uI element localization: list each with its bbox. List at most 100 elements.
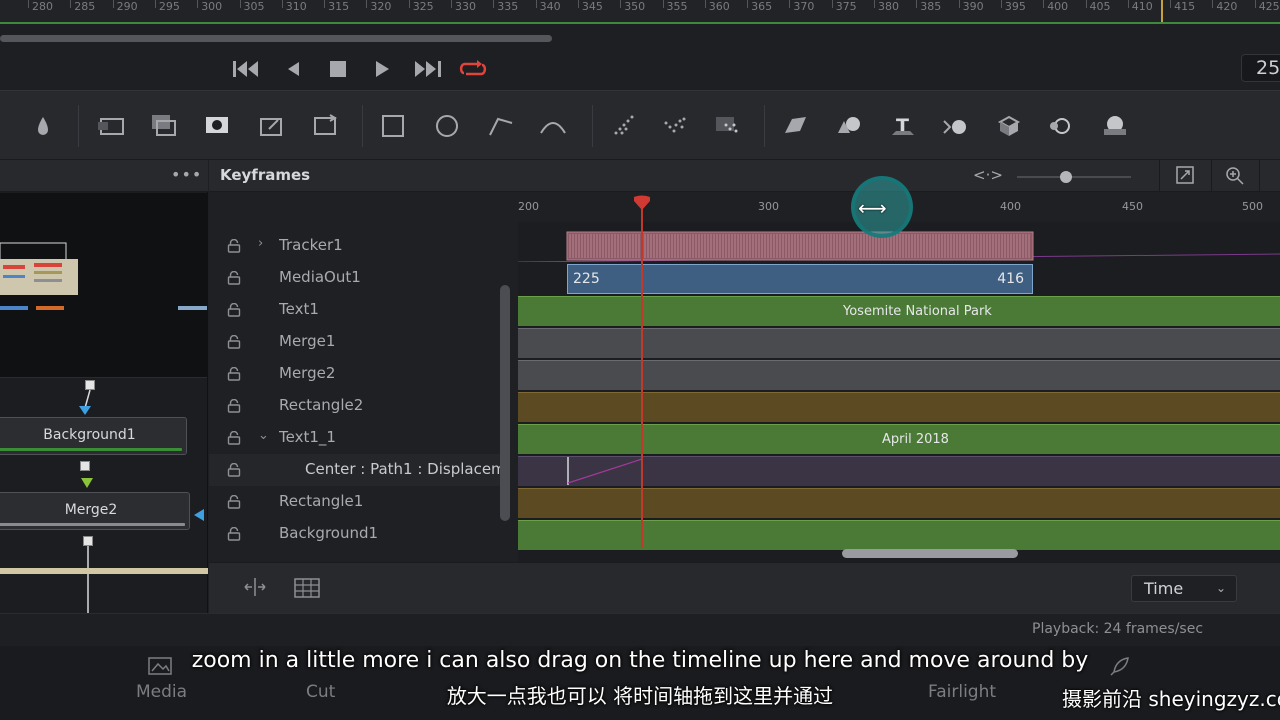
keyframe-ruler-tick-label: 200 (518, 200, 539, 213)
lane-merge2[interactable] (518, 360, 1280, 390)
lane-merge1[interactable] (518, 328, 1280, 358)
chevron-right-icon[interactable]: › (258, 236, 263, 251)
shape-3d-icon[interactable] (832, 109, 866, 143)
lane-text1[interactable]: Yosemite National Park (518, 296, 1280, 326)
top-scrollbar-thumb[interactable] (0, 35, 552, 42)
image-plane-3d-icon[interactable] (778, 109, 812, 143)
zoom-slider-track[interactable] (1017, 176, 1131, 178)
node-navigator-preview[interactable] (0, 193, 207, 378)
lane-rectangle1[interactable] (518, 488, 1280, 518)
lock-icon[interactable] (227, 239, 241, 253)
camera-3d-icon[interactable] (992, 109, 1026, 143)
lock-icon[interactable] (227, 431, 241, 445)
keyframe-timeline[interactable]: 200 300 400 450 500 225 416 Yosemite Nationa… (518, 192, 1280, 562)
play-icon[interactable] (372, 56, 392, 82)
track-row[interactable]: Text1 (209, 294, 505, 326)
rectangle-mask-icon[interactable] (376, 109, 410, 143)
node-connector[interactable] (83, 536, 93, 546)
top-ruler-tick (28, 0, 29, 8)
lane-rectangle2[interactable] (518, 392, 1280, 422)
particle-merge-icon[interactable] (710, 109, 744, 143)
top-ruler-tick-label: 340 (539, 0, 561, 13)
lock-icon[interactable] (227, 367, 241, 381)
particle-render-icon[interactable] (658, 109, 692, 143)
top-ruler-tick-label: 280 (32, 0, 53, 13)
track-row[interactable]: MediaOut1 (209, 262, 505, 294)
lock-icon[interactable] (227, 463, 241, 477)
go-to-end-icon[interactable] (413, 56, 443, 82)
top-ruler[interactable]: 280 285 290 295 300 305 310 315 320 325 330 335 340 3… (0, 0, 1280, 24)
time-mode-dropdown[interactable]: Time ⌄ (1131, 575, 1237, 602)
top-ruler-tick (281, 0, 283, 8)
fit-horizontal-icon[interactable]: <·> (973, 166, 1003, 184)
mask-tool-icon[interactable] (200, 109, 234, 143)
top-ruler-tick (154, 0, 156, 8)
ellipse-mask-icon[interactable] (430, 109, 464, 143)
track-row[interactable]: › Tracker1 (209, 230, 505, 262)
lock-icon[interactable] (227, 335, 241, 349)
track-row[interactable]: Center : Path1 : Displacement (209, 454, 505, 486)
particle-emitter-icon[interactable] (606, 109, 640, 143)
track-row[interactable]: Rectangle2 (209, 390, 505, 422)
zoom-slider-handle[interactable] (1060, 171, 1072, 183)
lock-icon[interactable] (227, 527, 241, 541)
keyframe-track-list[interactable]: › Tracker1 MediaOut1 Text1 Merge1 Merge2 Recta… (209, 192, 518, 562)
top-ruler-tick (958, 0, 960, 8)
playhead-line[interactable] (641, 206, 643, 548)
lock-icon[interactable] (227, 495, 241, 509)
track-row[interactable]: Rectangle1 (209, 486, 505, 518)
current-frame-field[interactable]: 25 (1241, 54, 1280, 82)
lock-icon[interactable] (227, 271, 241, 285)
step-back-icon[interactable] (283, 56, 303, 82)
mediaout-clip[interactable]: 225 416 (567, 264, 1033, 294)
top-ruler-playhead[interactable] (1161, 0, 1163, 22)
top-ruler-tick (239, 0, 241, 8)
paint-drop-icon[interactable] (26, 109, 60, 143)
node-editor-panel[interactable]: ••• Background1 Merge2 (0, 160, 208, 613)
lock-icon[interactable] (227, 303, 241, 317)
top-ruler-tick (70, 0, 72, 8)
go-to-start-icon[interactable] (231, 56, 261, 82)
bspline-mask-icon[interactable] (536, 109, 570, 143)
track-list-scrollbar[interactable] (500, 285, 510, 521)
lane-mediaout1[interactable]: 225 416 (518, 264, 1280, 294)
transform-tool-icon[interactable] (308, 109, 342, 143)
lane-tracker1[interactable] (518, 230, 1280, 262)
chevron-down-icon[interactable]: ⌄ (258, 428, 269, 443)
keyframes-title: Keyframes (220, 166, 311, 184)
fit-timeline-icon[interactable] (241, 577, 269, 601)
fit-to-window-icon[interactable] (1176, 166, 1194, 188)
track-row[interactable]: Merge2 (209, 358, 505, 390)
top-ruler-tick (535, 0, 537, 8)
lane-background1[interactable] (518, 520, 1280, 550)
lock-icon[interactable] (227, 399, 241, 413)
merge-3d-icon[interactable] (938, 109, 972, 143)
panel-menu-icon[interactable]: ••• (171, 165, 202, 184)
node-background1[interactable]: Background1 (0, 417, 187, 455)
track-row[interactable]: Merge1 (209, 326, 505, 358)
playhead-handle-icon[interactable] (632, 195, 652, 211)
top-ruler-tick (620, 0, 622, 8)
background-tool-icon[interactable] (94, 109, 128, 143)
node-merge2[interactable]: Merge2 (0, 492, 190, 530)
renderer-3d-icon[interactable] (1098, 109, 1132, 143)
track-row[interactable]: ⌄ Text1_1 (209, 422, 505, 454)
merge-tool-icon[interactable] (146, 109, 180, 143)
spreadsheet-icon[interactable] (294, 578, 320, 602)
polygon-mask-icon[interactable] (484, 109, 518, 143)
text-3d-icon[interactable]: T (886, 109, 920, 143)
top-ruler-tick-label: 420 (1216, 0, 1238, 13)
keyframes-header: Keyframes <·> (209, 160, 1280, 192)
top-ruler-tick (197, 0, 199, 8)
node-connector[interactable] (80, 461, 90, 471)
lane-center-path[interactable] (518, 456, 1280, 486)
stop-icon[interactable] (327, 56, 349, 82)
light-3d-icon[interactable] (1044, 109, 1078, 143)
track-row[interactable]: Background1 (209, 518, 505, 550)
resize-tool-icon[interactable] (254, 109, 288, 143)
timeline-scrollbar-thumb[interactable] (842, 549, 1018, 558)
top-ruler-tick (831, 0, 833, 8)
lane-text1-1[interactable]: April 2018 (518, 424, 1280, 454)
loop-icon[interactable] (457, 56, 489, 82)
zoom-in-icon[interactable] (1225, 166, 1245, 190)
